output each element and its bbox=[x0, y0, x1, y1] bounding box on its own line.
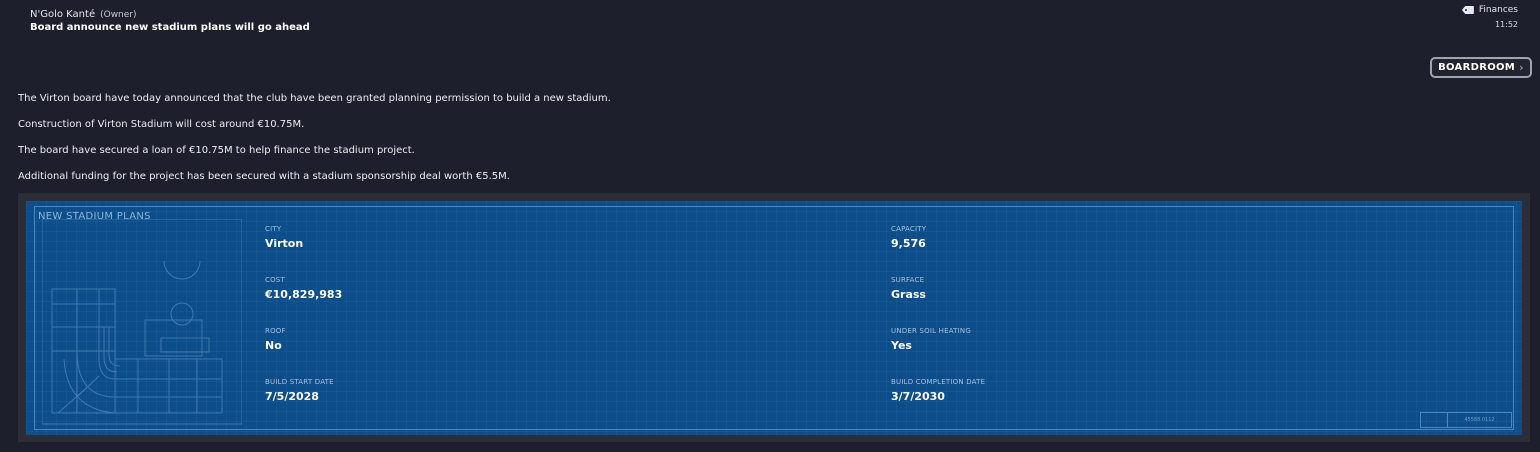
under-soil-heating-label: UNDER SOIL HEATING bbox=[891, 327, 971, 335]
news-paragraph: The Virton board have today announced th… bbox=[18, 93, 611, 104]
news-paragraph: Construction of Virton Stadium will cost… bbox=[18, 119, 305, 130]
news-subject: Board announce new stadium plans will go… bbox=[30, 22, 310, 33]
surface-label: SURFACE bbox=[891, 276, 925, 284]
stadium-plans-frame: NEW STADIUM PLANS CITY Virton CAPACITY 9… bbox=[18, 193, 1530, 442]
build-completion-date-label: BUILD COMPLETION DATE bbox=[891, 378, 986, 386]
blueprint-border bbox=[34, 206, 1514, 430]
category-label: Finances bbox=[1461, 5, 1518, 15]
under-soil-heating-value: Yes bbox=[891, 339, 912, 352]
city-value[interactable]: Virton bbox=[265, 237, 303, 250]
build-start-date-label: BUILD START DATE bbox=[265, 378, 334, 386]
city-field: CITY Virton bbox=[265, 225, 303, 250]
boardroom-label: BOARDROOM bbox=[1438, 62, 1516, 73]
sender-line: N'Golo Kanté (Owner) bbox=[30, 9, 137, 20]
sender-name[interactable]: N'Golo Kanté bbox=[30, 9, 95, 20]
build-start-date-value: 7/5/2028 bbox=[265, 390, 319, 403]
serial-cell bbox=[1421, 413, 1448, 427]
sender-role: (Owner) bbox=[100, 10, 137, 20]
serial-number: 45588.0112 bbox=[1464, 417, 1495, 423]
surface-field: SURFACE Grass bbox=[891, 276, 926, 301]
stadium-plans-title: NEW STADIUM PLANS bbox=[38, 211, 151, 222]
under-soil-heating-field: UNDER SOIL HEATING Yes bbox=[891, 327, 971, 352]
capacity-value: 9,576 bbox=[891, 237, 926, 250]
capacity-field: CAPACITY 9,576 bbox=[891, 225, 926, 250]
build-completion-date-value: 3/7/2030 bbox=[891, 390, 945, 403]
capacity-label: CAPACITY bbox=[891, 225, 927, 233]
surface-value: Grass bbox=[891, 288, 926, 301]
stadium-blueprint-icon bbox=[42, 219, 242, 425]
build-start-date-field: BUILD START DATE 7/5/2028 bbox=[265, 378, 334, 403]
news-item-view: N'Golo Kanté (Owner) Board announce new s… bbox=[0, 0, 1540, 452]
build-completion-date-field: BUILD COMPLETION DATE 3/7/2030 bbox=[891, 378, 985, 403]
roof-value: No bbox=[265, 339, 282, 352]
stadium-plans-panel: NEW STADIUM PLANS CITY Virton CAPACITY 9… bbox=[26, 201, 1522, 435]
cost-label: COST bbox=[265, 276, 285, 284]
chevron-right-icon: › bbox=[1519, 61, 1524, 74]
news-paragraph: Additional funding for the project has b… bbox=[18, 171, 510, 182]
city-label: CITY bbox=[265, 225, 282, 233]
cost-field: COST €10,829,983 bbox=[265, 276, 342, 301]
news-paragraph: The board have secured a loan of €10.75M… bbox=[18, 145, 415, 156]
blueprint-serial-box: 45588.0112 bbox=[1420, 412, 1512, 428]
roof-field: ROOF No bbox=[265, 327, 286, 352]
news-time: 11:52 bbox=[1494, 20, 1518, 29]
category-text: Finances bbox=[1478, 5, 1518, 15]
roof-label: ROOF bbox=[265, 327, 286, 335]
tag-icon bbox=[1461, 6, 1474, 14]
cost-value: €10,829,983 bbox=[265, 288, 343, 301]
boardroom-button[interactable]: BOARDROOM › bbox=[1430, 57, 1532, 78]
